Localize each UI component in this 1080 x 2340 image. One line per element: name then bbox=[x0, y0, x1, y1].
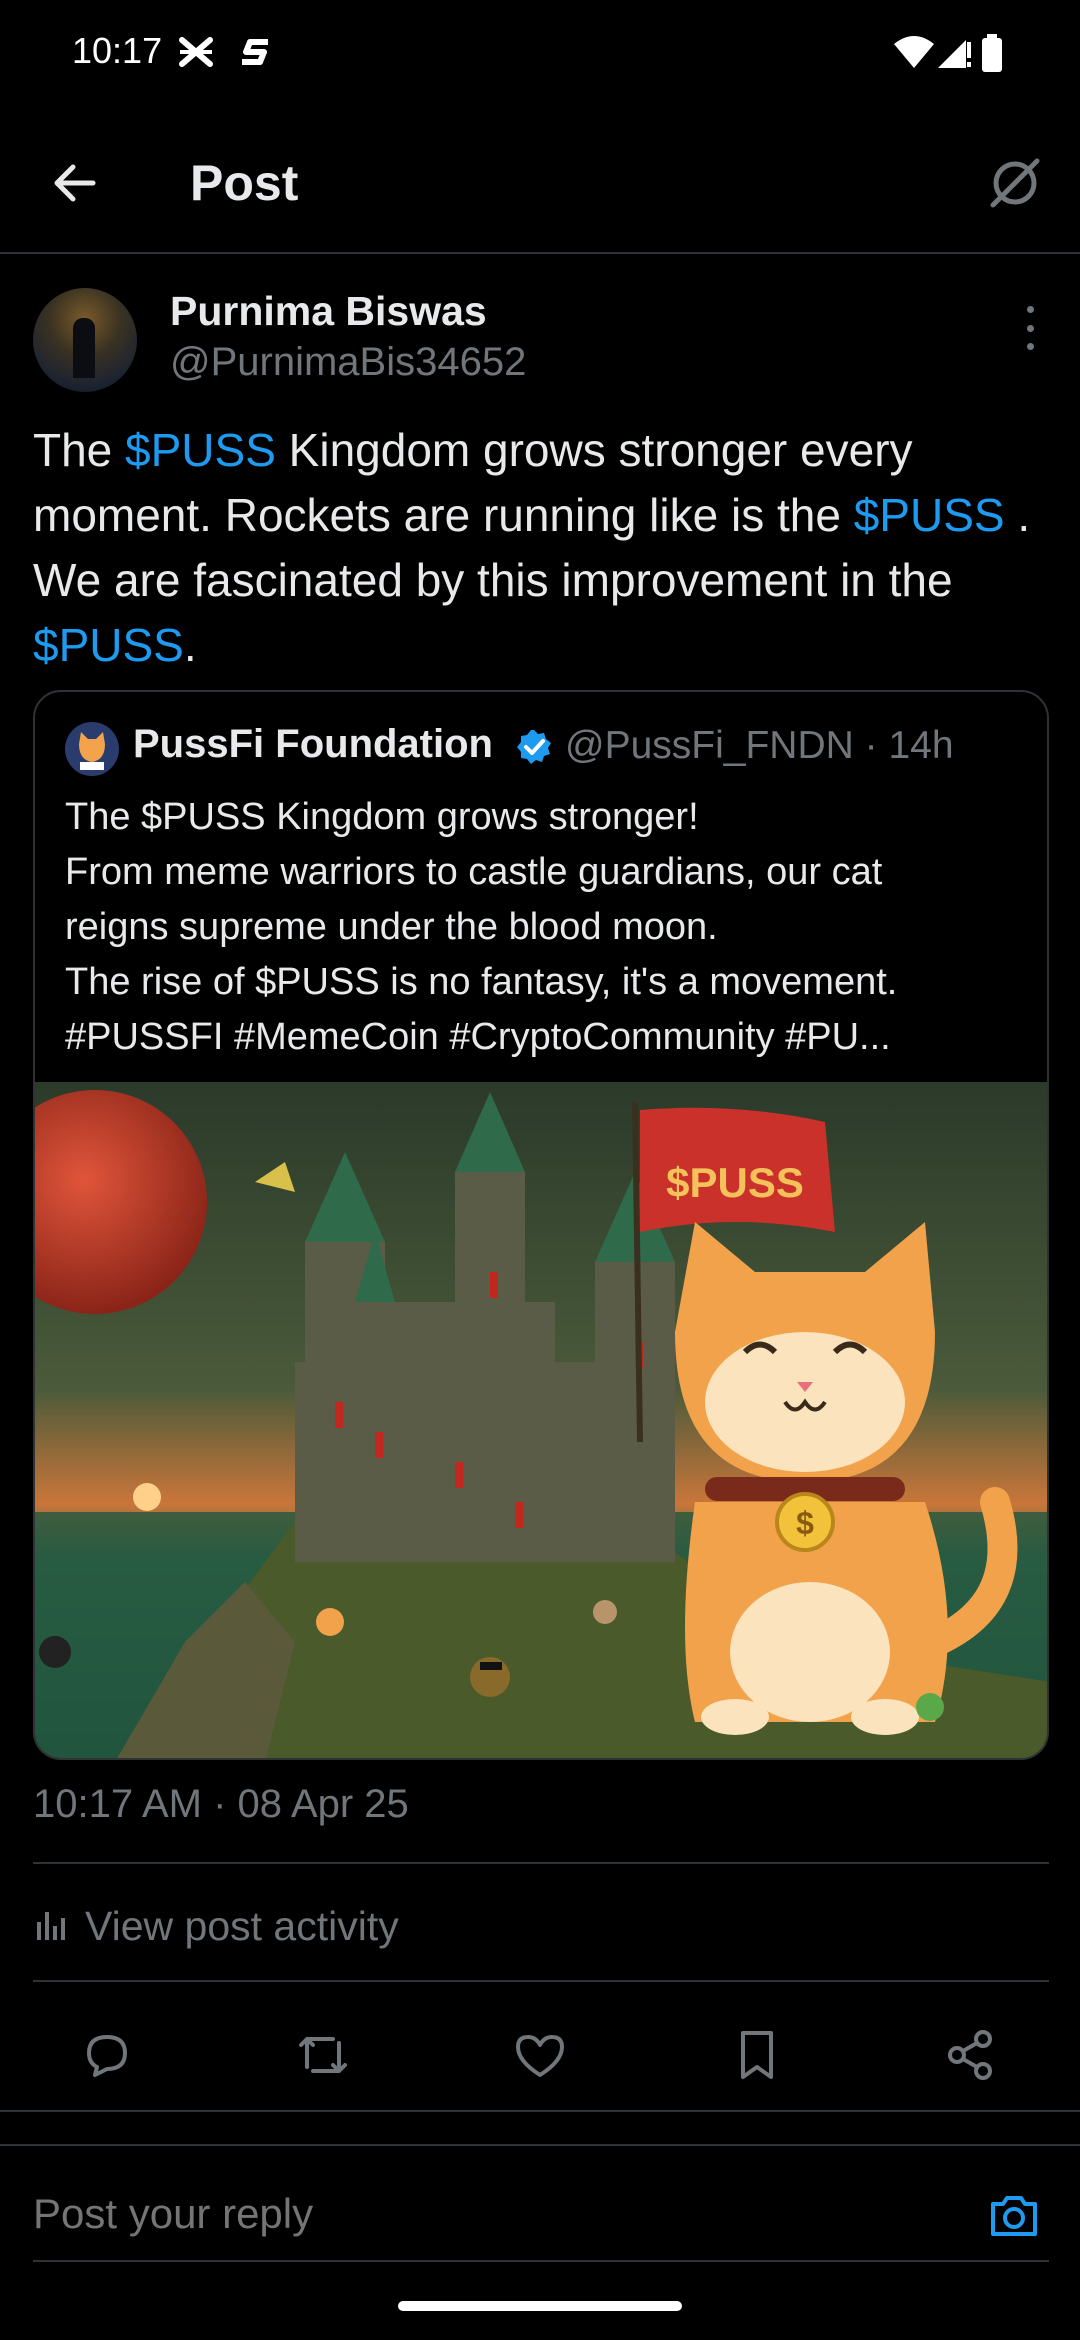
activity-label: View post activity bbox=[85, 1902, 399, 1949]
more-icon bbox=[1026, 306, 1034, 313]
camera-button[interactable] bbox=[979, 2180, 1049, 2250]
back-button[interactable] bbox=[40, 148, 110, 218]
quoted-post-text: The $PUSS Kingdom grows stronger! From m… bbox=[65, 796, 898, 1058]
repost-icon bbox=[299, 2037, 347, 2073]
cashtag-link[interactable]: $PUSS bbox=[125, 424, 276, 476]
notification-x-icon bbox=[179, 37, 213, 67]
author-avatar[interactable] bbox=[33, 288, 137, 392]
like-button[interactable] bbox=[505, 2020, 575, 2090]
author-name[interactable]: Purnima Biswas bbox=[170, 288, 487, 335]
bookmark-button[interactable] bbox=[722, 2020, 792, 2090]
share-icon bbox=[948, 2030, 992, 2080]
more-options-button[interactable] bbox=[1010, 306, 1050, 350]
like-icon bbox=[516, 2035, 564, 2077]
view-post-activity[interactable]: View post activity bbox=[33, 1896, 399, 1956]
quoted-author-avatar bbox=[65, 722, 119, 776]
reply-button[interactable] bbox=[72, 2020, 142, 2090]
reply-input[interactable] bbox=[33, 2190, 933, 2238]
quoted-post-image[interactable]: $PUSS $ bbox=[35, 1082, 1047, 1758]
grok-button[interactable] bbox=[980, 148, 1050, 218]
flag-text: $PUSS bbox=[666, 1159, 804, 1206]
camera-icon bbox=[991, 2196, 1037, 2236]
quoted-post-card[interactable]: PussFi Foundation @PussFi_FNDN · 14h The… bbox=[33, 690, 1049, 1760]
repost-button[interactable] bbox=[288, 2020, 358, 2090]
post-actions bbox=[0, 2010, 1080, 2100]
home-indicator[interactable] bbox=[398, 2301, 682, 2311]
battery-icon bbox=[982, 34, 1002, 72]
wifi-icon bbox=[894, 36, 934, 68]
svg-text:$: $ bbox=[796, 1505, 814, 1541]
author-handle[interactable]: @PurnimaBis34652 bbox=[170, 340, 526, 385]
back-arrow-icon bbox=[54, 164, 96, 202]
share-button[interactable] bbox=[936, 2020, 1006, 2090]
cashtag-link[interactable]: $PUSS bbox=[33, 619, 184, 671]
post-timestamp: 10:17 AM · 08 Apr 25 bbox=[33, 1782, 409, 1826]
page-title: Post bbox=[190, 155, 299, 211]
quoted-author-handle: @PussFi_FNDN · 14h bbox=[565, 724, 954, 767]
grok-icon bbox=[990, 158, 1040, 208]
verified-icon bbox=[517, 730, 551, 764]
divider bbox=[0, 2110, 1080, 2112]
quoted-author-name: PussFi Foundation bbox=[133, 722, 493, 766]
reply-icon bbox=[87, 2035, 127, 2077]
notification-s-icon bbox=[242, 39, 268, 65]
post-text: The $PUSS Kingdom grows stronger every m… bbox=[33, 424, 1031, 671]
signal-icon bbox=[938, 40, 971, 68]
divider bbox=[33, 1980, 1049, 1982]
divider bbox=[33, 1862, 1049, 1864]
divider bbox=[33, 2260, 1049, 2262]
reply-composer bbox=[33, 2180, 1049, 2270]
divider bbox=[0, 2144, 1080, 2146]
app-header: Post bbox=[0, 110, 1080, 254]
cashtag-link[interactable]: $PUSS bbox=[854, 489, 1005, 541]
bookmark-icon bbox=[741, 2031, 773, 2079]
status-time: 10:17 bbox=[72, 30, 163, 71]
analytics-icon bbox=[37, 1912, 65, 1940]
status-bar: 10:17 bbox=[0, 0, 1080, 110]
